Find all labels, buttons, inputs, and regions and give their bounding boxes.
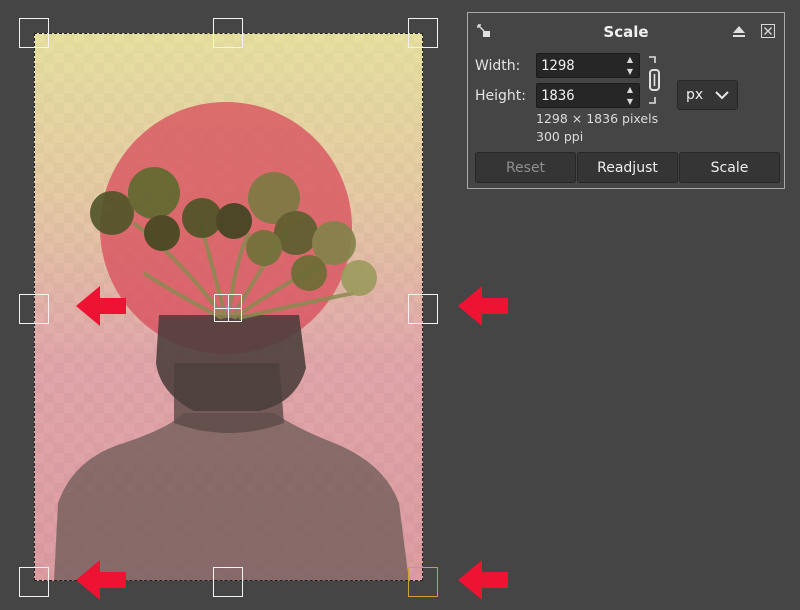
figure-head [156,315,306,411]
move-center-handle[interactable] [214,294,242,322]
height-spinbox[interactable]: ▲ ▼ [536,83,640,108]
scale-button[interactable]: Scale [679,152,780,183]
unit-value: px [686,87,704,103]
figure-body [54,413,409,581]
handle-top-center[interactable] [213,18,243,48]
handle-bottom-left[interactable] [19,567,49,597]
height-label: Height: [475,88,526,104]
close-icon[interactable] [760,23,776,39]
resolution-info: 300 ppi [536,129,584,144]
readjust-button[interactable]: Readjust [577,152,678,183]
chevron-down-icon [715,91,729,100]
eject-icon[interactable] [731,23,747,39]
width-label: Width: [475,58,521,74]
size-info: 1298 × 1836 pixels [536,111,659,126]
handle-top-right[interactable] [408,18,438,48]
arrow-left-icon [458,560,508,600]
scale-dialog: Scale Width: ▲ ▼ Height: ▲ ▼ px [467,12,785,189]
height-increment-icon[interactable]: ▲ [621,84,639,95]
handle-bottom-center[interactable] [213,567,243,597]
handle-top-left[interactable] [19,18,49,48]
width-input[interactable] [537,54,617,77]
handle-bottom-right[interactable] [408,567,438,597]
reset-button[interactable]: Reset [475,152,576,183]
handle-middle-left[interactable] [19,294,49,324]
arrow-left-icon [76,560,126,600]
arrow-left-icon [76,286,126,326]
arrow-left-icon [458,286,508,326]
width-increment-icon[interactable]: ▲ [621,54,639,65]
width-decrement-icon[interactable]: ▼ [621,66,639,77]
height-decrement-icon[interactable]: ▼ [621,96,639,107]
width-spinbox[interactable]: ▲ ▼ [536,53,640,78]
handle-middle-right[interactable] [408,294,438,324]
height-input[interactable] [537,84,617,107]
unit-dropdown[interactable]: px [677,80,738,110]
chain-link-icon[interactable] [646,55,662,105]
